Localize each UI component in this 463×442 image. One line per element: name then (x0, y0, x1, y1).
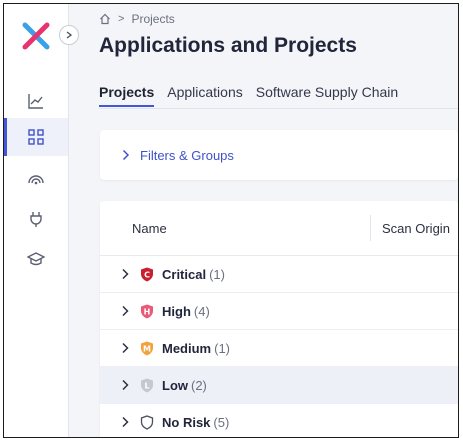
tab-applications[interactable]: Applications (167, 84, 243, 100)
svg-text:L: L (144, 381, 149, 390)
sidebar-item-scans[interactable] (4, 159, 68, 197)
medium-shield-icon: M (140, 340, 156, 356)
row-label: Medium (162, 340, 212, 356)
svg-text:C: C (144, 270, 150, 279)
column-header-name[interactable]: Name (132, 221, 167, 236)
expand-chevron-icon[interactable] (120, 342, 136, 354)
chart-line-icon (28, 94, 43, 109)
expand-chevron-icon[interactable] (120, 379, 136, 391)
table-row-no-risk[interactable]: No Risk (5) (100, 404, 458, 437)
expand-chevron-icon[interactable] (120, 305, 136, 317)
projects-table: Name Scan Origin C Critical (1) H High (… (100, 201, 458, 437)
high-shield-icon: H (140, 303, 156, 319)
sidebar-item-integrations[interactable] (4, 200, 68, 238)
filters-toggle[interactable]: Filters & Groups (140, 148, 234, 163)
tabs-divider (99, 108, 458, 109)
sidebar-item-learning[interactable] (4, 240, 68, 278)
grid-icon (28, 129, 44, 145)
no-risk-shield-icon (140, 414, 156, 430)
svg-text:M: M (143, 344, 151, 353)
table-header: Name Scan Origin (100, 201, 458, 256)
tab-software-supply-chain[interactable]: Software Supply Chain (256, 84, 398, 100)
sidebar-collapse-button[interactable] (59, 25, 79, 45)
tab-bar: Projects Applications Software Supply Ch… (99, 84, 411, 107)
table-row-high[interactable]: H High (4) (100, 293, 458, 330)
row-label: High (162, 303, 191, 319)
filters-panel[interactable]: Filters & Groups (100, 130, 458, 180)
app-window: > Projects Applications and Projects Pro… (3, 3, 459, 438)
table-row-critical[interactable]: C Critical (1) (100, 256, 458, 293)
row-count: (5) (213, 414, 230, 430)
breadcrumb-current[interactable]: Projects (131, 12, 174, 26)
row-count: (1) (214, 340, 231, 356)
sidebar-item-applications[interactable] (4, 118, 68, 156)
column-header-scan-origin[interactable]: Scan Origin (382, 221, 450, 236)
row-count: (4) (193, 303, 210, 319)
plug-icon (30, 212, 42, 227)
chevron-right-icon (66, 31, 73, 39)
tab-projects[interactable]: Projects (99, 84, 155, 107)
expand-chevron-icon[interactable] (120, 416, 136, 428)
main-content: > Projects Applications and Projects Pro… (69, 4, 458, 437)
chevron-right-icon (122, 149, 130, 161)
page-title: Applications and Projects (99, 34, 357, 57)
row-label: Low (162, 377, 188, 393)
row-label: No Risk (162, 414, 211, 430)
sidebar-item-dashboard[interactable] (4, 82, 68, 120)
sidebar (4, 4, 69, 437)
low-shield-icon: L (140, 377, 156, 393)
x-logo[interactable] (21, 21, 51, 51)
breadcrumb: > Projects (99, 12, 175, 26)
row-label: Critical (162, 266, 207, 282)
table-row-medium[interactable]: M Medium (1) (100, 330, 458, 367)
column-divider[interactable] (370, 215, 371, 241)
graduation-cap-icon (27, 252, 45, 266)
radar-icon (28, 175, 44, 185)
svg-text:H: H (144, 307, 151, 316)
home-icon[interactable] (99, 13, 111, 25)
table-row-low[interactable]: L Low (2) (100, 367, 458, 404)
breadcrumb-separator: > (118, 13, 125, 25)
expand-chevron-icon[interactable] (120, 268, 136, 280)
critical-shield-icon: C (140, 266, 156, 282)
row-count: (1) (209, 266, 225, 282)
row-count: (2) (191, 377, 207, 393)
